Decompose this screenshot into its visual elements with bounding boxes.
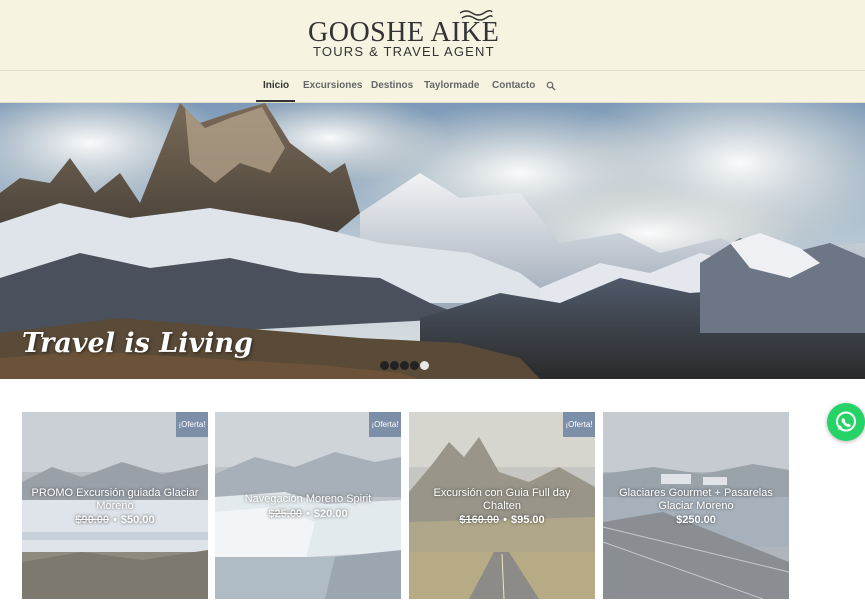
product-price: $160.00 • $95.00 bbox=[417, 514, 587, 526]
slider-dot-4[interactable] bbox=[410, 361, 419, 370]
product-price: $250.00 bbox=[611, 514, 781, 526]
nav-item-inicio[interactable]: Inicio bbox=[263, 71, 289, 102]
hero-tagline: Travel is Living bbox=[22, 328, 253, 359]
price-separator: • bbox=[503, 514, 507, 526]
sale-badge: ¡Oferta! bbox=[176, 412, 208, 437]
slider-dot-3[interactable] bbox=[400, 361, 409, 370]
product-card[interactable]: Glaciares Gourmet + Pasarelas Glaciar Mo… bbox=[603, 412, 789, 599]
sale-price: $95.00 bbox=[510, 514, 545, 526]
product-title: Glaciares Gourmet + Pasarelas Glaciar Mo… bbox=[619, 487, 773, 512]
product-title: Excursión con Guia Full day Chalten bbox=[433, 487, 571, 512]
site-header: GOOSHE AIKE TOURS & TRAVEL AGENT bbox=[0, 0, 865, 71]
product-card[interactable]: ¡Oferta! Excursión con Guia Full day Cha… bbox=[409, 412, 595, 599]
search-icon[interactable] bbox=[546, 81, 556, 91]
price-separator: • bbox=[113, 514, 117, 526]
product-price: $90.00 • $50.00 bbox=[30, 514, 200, 526]
whatsapp-icon bbox=[836, 411, 856, 432]
slider-dot-1[interactable] bbox=[380, 361, 389, 370]
whatsapp-button[interactable] bbox=[827, 403, 865, 441]
nav-item-excursiones[interactable]: Excursiones bbox=[303, 71, 362, 102]
product-title: PROMO Excursión guiada Glaciar Moreno bbox=[31, 487, 199, 512]
nav-item-contacto[interactable]: Contacto bbox=[492, 71, 535, 102]
product-card[interactable]: ¡Oferta! Navegación Moreno Spirit $25.00… bbox=[215, 412, 401, 599]
active-nav-indicator bbox=[256, 100, 295, 102]
hero-slider[interactable]: Travel is Living bbox=[0, 103, 865, 379]
product-card[interactable]: ¡Oferta! PROMO Excursión guiada Glaciar … bbox=[22, 412, 208, 599]
site-logo[interactable]: GOOSHE AIKE TOURS & TRAVEL AGENT bbox=[308, 9, 500, 61]
product-price: $25.00 • $20.00 bbox=[223, 508, 393, 520]
nav-item-destinos[interactable]: Destinos bbox=[371, 71, 413, 102]
sale-badge: ¡Oferta! bbox=[369, 412, 401, 437]
logo-title: GOOSHE AIKE bbox=[308, 17, 500, 48]
product-title: Navegación Moreno Spirit bbox=[244, 493, 372, 505]
sale-price: $20.00 bbox=[313, 508, 348, 520]
product-grid: ¡Oferta! PROMO Excursión guiada Glaciar … bbox=[0, 412, 865, 604]
old-price: $25.00 bbox=[268, 508, 303, 520]
sale-badge: ¡Oferta! bbox=[563, 412, 595, 437]
sale-price: $50.00 bbox=[120, 514, 155, 526]
old-price: $160.00 bbox=[459, 514, 500, 526]
slider-dot-2[interactable] bbox=[390, 361, 399, 370]
sale-price: $250.00 bbox=[676, 514, 716, 526]
old-price: $90.00 bbox=[75, 514, 110, 526]
nav-item-taylormade[interactable]: Taylormade bbox=[424, 71, 479, 102]
main-nav: Inicio Excursiones Destinos Taylormade C… bbox=[0, 71, 865, 103]
price-separator: • bbox=[306, 508, 310, 520]
logo-subtitle: TOURS & TRAVEL AGENT bbox=[313, 44, 495, 59]
slider-dot-5[interactable] bbox=[420, 361, 429, 370]
